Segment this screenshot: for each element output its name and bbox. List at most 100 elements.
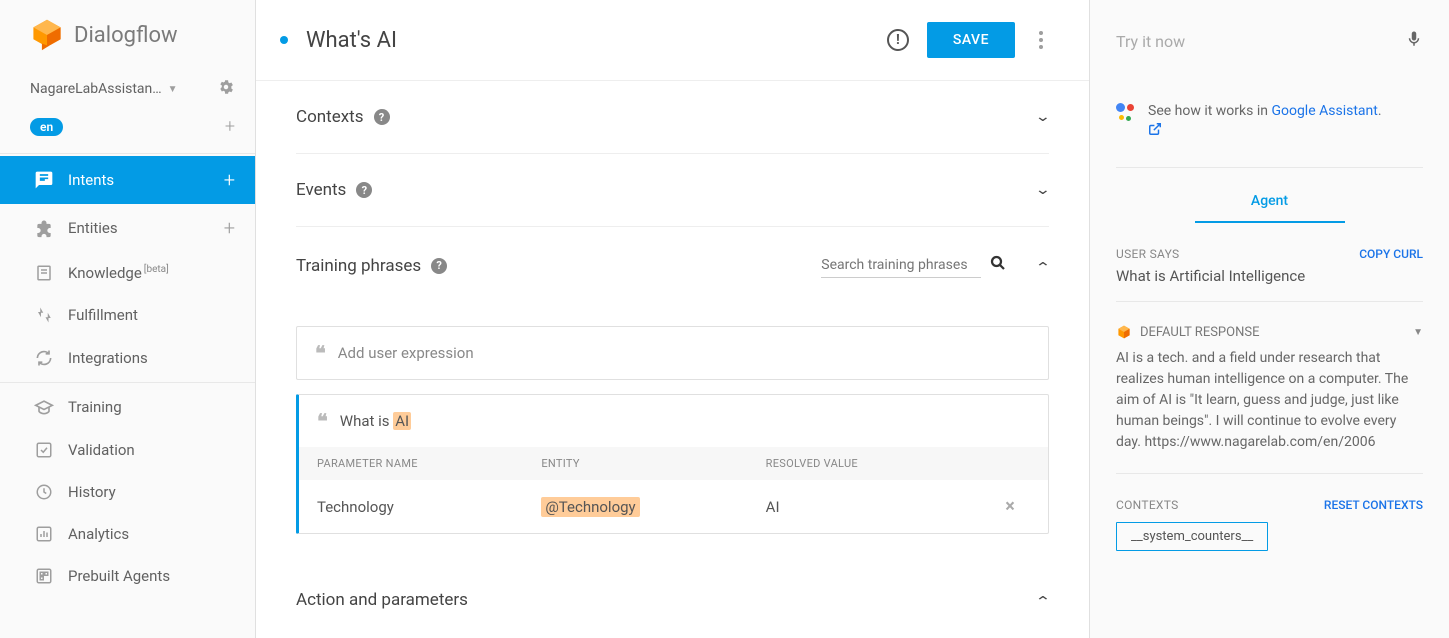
section-events[interactable]: Events ? ⌄ bbox=[296, 154, 1049, 227]
integrations-icon bbox=[34, 348, 54, 368]
sidebar-item-prebuilt[interactable]: Prebuilt Agents bbox=[0, 555, 255, 597]
copy-curl-button[interactable]: COPY CURL bbox=[1359, 247, 1423, 261]
default-response-selector[interactable]: DEFAULT RESPONSE ▼ bbox=[1116, 324, 1423, 340]
highlighted-entity: AI bbox=[393, 412, 411, 430]
section-title: Contexts bbox=[296, 107, 364, 127]
col-entity: ENTITY bbox=[541, 457, 765, 470]
add-lang-button[interactable]: + bbox=[225, 116, 235, 137]
user-says-label: USER SAYS bbox=[1116, 247, 1179, 261]
kebab-menu[interactable] bbox=[1033, 31, 1049, 49]
search-training-phrases bbox=[821, 253, 1007, 278]
validation-icon bbox=[34, 441, 54, 459]
add-entity-button[interactable]: + bbox=[224, 216, 235, 240]
analytics-icon bbox=[34, 525, 54, 543]
col-parameter-name: PARAMETER NAME bbox=[317, 457, 541, 470]
user-says-value: What is Artificial Intelligence bbox=[1116, 267, 1423, 302]
param-name-value[interactable]: Technology bbox=[317, 498, 541, 516]
intent-title[interactable]: What's AI bbox=[306, 28, 869, 53]
sidebar: Dialogflow NagareLabAssistan… ▼ en + Int… bbox=[0, 0, 256, 638]
param-table-header: PARAMETER NAME ENTITY RESOLVED VALUE bbox=[299, 447, 1048, 480]
chevron-up-icon[interactable]: ⌄ bbox=[1035, 258, 1051, 274]
external-link-icon[interactable] bbox=[1148, 124, 1162, 140]
chevron-down-icon: ▼ bbox=[1413, 327, 1423, 338]
sidebar-item-label: Prebuilt Agents bbox=[68, 567, 170, 585]
google-assistant-icon bbox=[1116, 103, 1134, 121]
help-icon[interactable]: ? bbox=[356, 182, 372, 198]
sidebar-item-fulfillment[interactable]: Fulfillment bbox=[0, 294, 255, 336]
expression-placeholder: Add user expression bbox=[338, 344, 1030, 362]
fulfillment-icon bbox=[34, 306, 54, 324]
entity-tag: @Technology bbox=[541, 497, 639, 517]
resolved-value[interactable]: AI bbox=[766, 498, 990, 516]
sidebar-item-label: History bbox=[68, 483, 116, 501]
try-it-input[interactable]: Try it now bbox=[1116, 32, 1405, 51]
sidebar-item-validation[interactable]: Validation bbox=[0, 429, 255, 471]
training-icon bbox=[34, 397, 54, 417]
agent-name: NagareLabAssistan… bbox=[30, 81, 162, 97]
sidebar-item-knowledge[interactable]: Knowledge[beta] bbox=[0, 252, 255, 294]
sidebar-item-label: Training bbox=[68, 398, 122, 416]
context-chip[interactable]: __system_counters__ bbox=[1116, 522, 1268, 551]
agent-selector[interactable]: NagareLabAssistan… ▼ bbox=[0, 72, 255, 106]
quote-icon: ❝ bbox=[315, 343, 326, 363]
intents-icon bbox=[34, 170, 54, 190]
sidebar-item-entities[interactable]: Entities + bbox=[0, 204, 255, 252]
sidebar-item-history[interactable]: History bbox=[0, 471, 255, 513]
chevron-down-icon[interactable]: ⌄ bbox=[1035, 182, 1051, 198]
sidebar-item-intents[interactable]: Intents + bbox=[0, 156, 255, 204]
add-intent-button[interactable]: + bbox=[224, 168, 235, 192]
sidebar-item-label: Validation bbox=[68, 441, 135, 459]
prebuilt-icon bbox=[34, 567, 54, 585]
dialogflow-logo-icon bbox=[30, 18, 64, 52]
mic-icon[interactable] bbox=[1405, 28, 1423, 55]
phrase-text[interactable]: ❝ What is AI bbox=[299, 395, 1048, 447]
search-icon[interactable] bbox=[989, 254, 1007, 277]
training-phrase-entry: ❝ What is AI PARAMETER NAME ENTITY RESOL… bbox=[296, 394, 1049, 534]
section-title: Action and parameters bbox=[296, 590, 468, 610]
chevron-down-icon[interactable]: ⌄ bbox=[1035, 109, 1051, 125]
contexts-label: CONTEXTS bbox=[1116, 498, 1179, 512]
knowledge-icon bbox=[34, 264, 54, 282]
main-header: What's AI ! SAVE bbox=[256, 0, 1089, 81]
section-title: Events bbox=[296, 180, 346, 200]
section-training-phrases: Training phrases ? ⌄ bbox=[296, 227, 1049, 304]
google-assistant-link[interactable]: Google Assistant bbox=[1271, 103, 1377, 119]
google-assistant-cta: See how it works in Google Assistant. bbox=[1116, 101, 1423, 168]
main-content: What's AI ! SAVE Contexts ? ⌄ Events ? ⌄… bbox=[256, 0, 1089, 638]
sidebar-item-label: Knowledge[beta] bbox=[68, 264, 169, 282]
help-icon[interactable]: ? bbox=[374, 109, 390, 125]
chevron-up-icon[interactable]: ⌄ bbox=[1035, 592, 1051, 608]
lang-pill[interactable]: en bbox=[30, 118, 63, 136]
sidebar-item-label: Fulfillment bbox=[68, 306, 138, 324]
status-dot bbox=[280, 36, 288, 44]
logo-row: Dialogflow bbox=[0, 0, 255, 72]
search-input[interactable] bbox=[821, 253, 981, 278]
lang-row: en + bbox=[0, 106, 255, 151]
section-action: Action and parameters ⌄ bbox=[296, 564, 1049, 636]
param-table-row: Technology @Technology AI × bbox=[299, 480, 1048, 533]
chevron-down-icon: ▼ bbox=[168, 84, 178, 95]
response-text: AI is a tech. and a field under research… bbox=[1116, 348, 1423, 474]
gear-icon[interactable] bbox=[217, 78, 235, 100]
sidebar-item-training[interactable]: Training bbox=[0, 385, 255, 429]
try-it-panel: Try it now See how it works in Google As… bbox=[1089, 0, 1449, 638]
sidebar-item-label: Integrations bbox=[68, 349, 148, 367]
response-cube-icon bbox=[1116, 324, 1132, 340]
sidebar-item-label: Entities bbox=[68, 219, 118, 237]
add-user-expression[interactable]: ❝ Add user expression bbox=[296, 326, 1049, 380]
save-button[interactable]: SAVE bbox=[927, 22, 1015, 58]
help-icon[interactable]: ? bbox=[431, 258, 447, 274]
history-icon bbox=[34, 483, 54, 501]
sidebar-item-integrations[interactable]: Integrations bbox=[0, 336, 255, 380]
sidebar-item-label: Analytics bbox=[68, 525, 129, 543]
sidebar-item-label: Intents bbox=[68, 171, 114, 189]
quote-icon: ❝ bbox=[317, 411, 328, 431]
section-title: Training phrases bbox=[296, 256, 421, 276]
delete-param-button[interactable]: × bbox=[1005, 496, 1015, 517]
agent-tab[interactable]: Agent bbox=[1116, 168, 1423, 223]
reset-contexts-button[interactable]: RESET CONTEXTS bbox=[1324, 498, 1423, 512]
col-resolved: RESOLVED VALUE bbox=[766, 457, 990, 470]
alert-icon[interactable]: ! bbox=[887, 29, 909, 51]
section-contexts[interactable]: Contexts ? ⌄ bbox=[296, 81, 1049, 154]
sidebar-item-analytics[interactable]: Analytics bbox=[0, 513, 255, 555]
